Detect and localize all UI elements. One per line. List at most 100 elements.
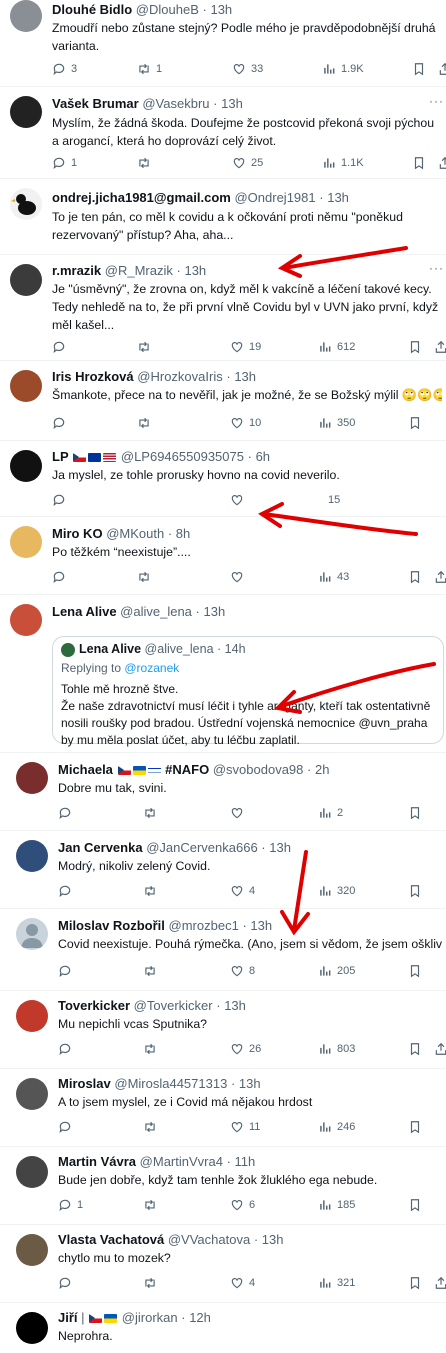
bookmark-button[interactable]: [408, 338, 422, 356]
retweet-button[interactable]: [137, 338, 151, 356]
reply-tweet[interactable]: Jan Cervenka @JanCervenka666 · 13h Modrý…: [0, 830, 446, 909]
reply-button[interactable]: 1: [52, 154, 77, 172]
reply-tweet[interactable]: Jiří | @jirorkan · 12h Neprohra.: [0, 1302, 446, 1353]
timestamp[interactable]: 12h: [189, 1310, 211, 1325]
retweet-button[interactable]: [137, 568, 151, 586]
quoted-tweet[interactable]: Lena Alive @alive_lena · 14h Replying to…: [52, 636, 444, 747]
share-button[interactable]: [434, 338, 446, 356]
author-handle[interactable]: @MartinVvra4: [140, 1154, 223, 1169]
views-button[interactable]: 2: [318, 804, 343, 822]
like-button[interactable]: [230, 491, 244, 509]
views-button[interactable]: 1.9K: [322, 60, 364, 78]
reply-button[interactable]: [58, 1040, 72, 1058]
reply-tweet[interactable]: Toverkicker @Toverkicker · 13h Mu nepich…: [0, 990, 446, 1069]
reply-button[interactable]: [52, 338, 66, 356]
avatar[interactable]: [10, 450, 42, 482]
author-name[interactable]: Vlasta Vachatová: [58, 1232, 164, 1247]
retweet-button[interactable]: [143, 882, 157, 900]
reply-tweet[interactable]: Michaela #NAFO @svobodova98 · 2h Dobre m…: [0, 752, 446, 831]
author-handle[interactable]: @Mirosla44571313: [114, 1076, 227, 1091]
avatar[interactable]: [16, 1000, 48, 1032]
reply-tweet[interactable]: Iris Hrozková @HrozkovaIris · 13h Šmanko…: [0, 360, 446, 441]
like-button[interactable]: 6: [230, 1196, 255, 1214]
views-button[interactable]: 320: [318, 882, 355, 900]
views-button[interactable]: 612: [318, 338, 355, 356]
timestamp[interactable]: 13h: [184, 263, 206, 278]
timestamp[interactable]: 13h: [204, 604, 226, 619]
more-options-icon[interactable]: ···: [429, 261, 444, 275]
author-handle[interactable]: @R_Mrazik: [105, 263, 173, 278]
share-button[interactable]: [434, 1040, 446, 1058]
author-handle[interactable]: @jirorkan: [122, 1310, 178, 1325]
author-name[interactable]: Michaela: [58, 762, 113, 777]
timestamp[interactable]: 13h: [234, 369, 256, 384]
author-name[interactable]: Toverkicker: [58, 998, 130, 1013]
author-handle[interactable]: @mrozbec1: [169, 918, 239, 933]
retweet-button[interactable]: 1: [137, 60, 162, 78]
retweet-button[interactable]: [143, 1040, 157, 1058]
author-name[interactable]: Jiří: [58, 1310, 78, 1325]
share-button[interactable]: [434, 568, 446, 586]
avatar[interactable]: [10, 96, 42, 128]
author-name[interactable]: Vašek Brumar: [52, 96, 139, 111]
timestamp[interactable]: 13h: [250, 918, 272, 933]
reply-tweet[interactable]: Dlouhé Bidlo @DlouheB · 13h Zmoudří nebo…: [0, 0, 446, 87]
views-button[interactable]: 205: [318, 962, 355, 980]
author-handle[interactable]: @Toverkicker: [134, 998, 213, 1013]
author-name[interactable]: r.mrazik: [52, 263, 101, 278]
bookmark-button[interactable]: [408, 882, 422, 900]
avatar[interactable]: [16, 762, 48, 794]
avatar[interactable]: [10, 604, 42, 636]
author-name[interactable]: Jan Cervenka: [58, 840, 143, 855]
like-button[interactable]: 8: [230, 962, 255, 980]
author-handle[interactable]: @LP6946550935075: [121, 449, 244, 464]
share-button[interactable]: [438, 60, 446, 78]
like-button[interactable]: [230, 804, 244, 822]
reply-button[interactable]: [58, 1274, 72, 1292]
avatar[interactable]: [10, 264, 42, 296]
reply-tweet[interactable]: Vašek Brumar @Vasekbru · 13h ··· Myslím,…: [0, 86, 446, 179]
timestamp[interactable]: 13h: [210, 2, 232, 17]
bookmark-button[interactable]: [412, 60, 426, 78]
avatar[interactable]: [16, 1234, 48, 1266]
like-button[interactable]: 4: [230, 1274, 255, 1292]
reply-tweet[interactable]: Miro KO @MKouth · 8h Po těžkém “neexistu…: [0, 516, 446, 595]
avatar[interactable]: [10, 526, 42, 558]
timestamp[interactable]: 2h: [315, 762, 329, 777]
avatar[interactable]: [10, 0, 42, 32]
bookmark-button[interactable]: [408, 1274, 422, 1292]
avatar[interactable]: [16, 918, 48, 950]
avatar[interactable]: [10, 188, 42, 220]
author-handle[interactable]: @Vasekbru: [142, 96, 209, 111]
bookmark-button[interactable]: [412, 154, 426, 172]
author-handle[interactable]: @JanCervenka666: [146, 840, 257, 855]
avatar[interactable]: [16, 840, 48, 872]
timestamp[interactable]: 13h: [221, 96, 243, 111]
reply-button[interactable]: [52, 414, 66, 432]
timestamp[interactable]: 6h: [256, 449, 270, 464]
author-name[interactable]: Miro KO: [52, 526, 103, 541]
reply-tweet[interactable]: Vlasta Vachatová @VVachatova · 13h chytl…: [0, 1224, 446, 1303]
author-handle[interactable]: @Ondrej1981: [234, 190, 315, 205]
like-button[interactable]: 19: [230, 338, 261, 356]
avatar[interactable]: [10, 370, 42, 402]
like-button[interactable]: 33: [232, 60, 263, 78]
bookmark-button[interactable]: [408, 1196, 422, 1214]
retweet-button[interactable]: [143, 1196, 157, 1214]
author-handle[interactable]: @HrozkovaIris: [137, 369, 222, 384]
author-name[interactable]: Miroslav: [58, 1076, 111, 1091]
views-button[interactable]: 1.1K: [322, 154, 364, 172]
author-handle[interactable]: @alive_lena: [120, 604, 192, 619]
more-options-icon[interactable]: ···: [429, 94, 444, 108]
timestamp[interactable]: 13h: [239, 1076, 261, 1091]
avatar[interactable]: [16, 1312, 48, 1344]
author-name[interactable]: ondrej.jicha1981@gmail.com: [52, 190, 231, 205]
views-button[interactable]: 321: [318, 1274, 355, 1292]
views-button[interactable]: 15: [328, 491, 340, 509]
retweet-button[interactable]: [143, 1118, 157, 1136]
bookmark-button[interactable]: [408, 1118, 422, 1136]
author-name[interactable]: Iris Hrozková: [52, 369, 134, 384]
reply-button[interactable]: 1: [58, 1196, 83, 1214]
reply-button[interactable]: [58, 804, 72, 822]
share-button[interactable]: [438, 154, 446, 172]
